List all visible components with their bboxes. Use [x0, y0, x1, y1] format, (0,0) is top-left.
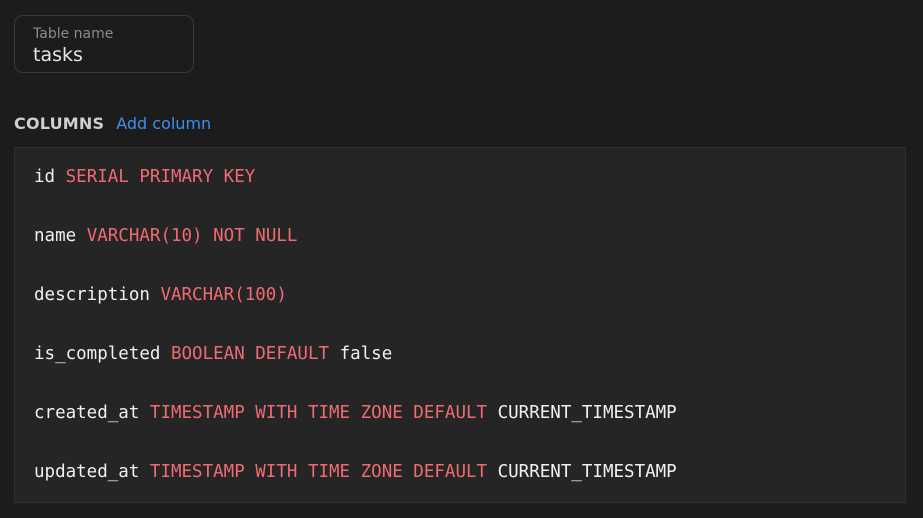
columns-header: COLUMNS Add column [14, 112, 211, 134]
column-default-value: CURRENT_TIMESTAMP [497, 462, 677, 482]
column-row[interactable]: id SERIAL PRIMARY KEY [34, 166, 255, 188]
table-name-field[interactable]: Table name [14, 15, 194, 73]
column-row[interactable]: name VARCHAR(10) NOT NULL [34, 225, 297, 247]
column-default-value: CURRENT_TIMESTAMP [497, 403, 677, 423]
column-row[interactable]: created_at TIMESTAMP WITH TIME ZONE DEFA… [34, 402, 677, 424]
table-name-label: Table name [33, 26, 114, 42]
column-name: id [34, 167, 56, 187]
column-type: TIMESTAMP WITH TIME ZONE DEFAULT [149, 403, 488, 423]
column-name: is_completed [34, 344, 161, 364]
columns-list: id SERIAL PRIMARY KEY name VARCHAR(10) N… [14, 147, 906, 503]
column-type: BOOLEAN DEFAULT [170, 344, 330, 364]
column-row[interactable]: updated_at TIMESTAMP WITH TIME ZONE DEFA… [34, 461, 677, 483]
add-column-link[interactable]: Add column [116, 114, 211, 133]
column-name: description [34, 285, 150, 305]
column-type: SERIAL PRIMARY KEY [65, 167, 256, 187]
column-name: updated_at [34, 462, 140, 482]
column-row[interactable]: description VARCHAR(100) [34, 284, 287, 306]
column-type: TIMESTAMP WITH TIME ZONE DEFAULT [149, 462, 488, 482]
column-type: VARCHAR(100) [160, 285, 287, 305]
column-name: created_at [34, 403, 140, 423]
column-row[interactable]: is_completed BOOLEAN DEFAULT false [34, 343, 392, 365]
table-name-input[interactable] [33, 44, 183, 66]
column-name: name [34, 226, 77, 246]
column-type: VARCHAR(10) NOT NULL [86, 226, 298, 246]
columns-title: COLUMNS [14, 113, 105, 133]
table-editor: Table name COLUMNS Add column id SERIAL … [0, 0, 923, 518]
column-default-value: false [339, 344, 393, 364]
